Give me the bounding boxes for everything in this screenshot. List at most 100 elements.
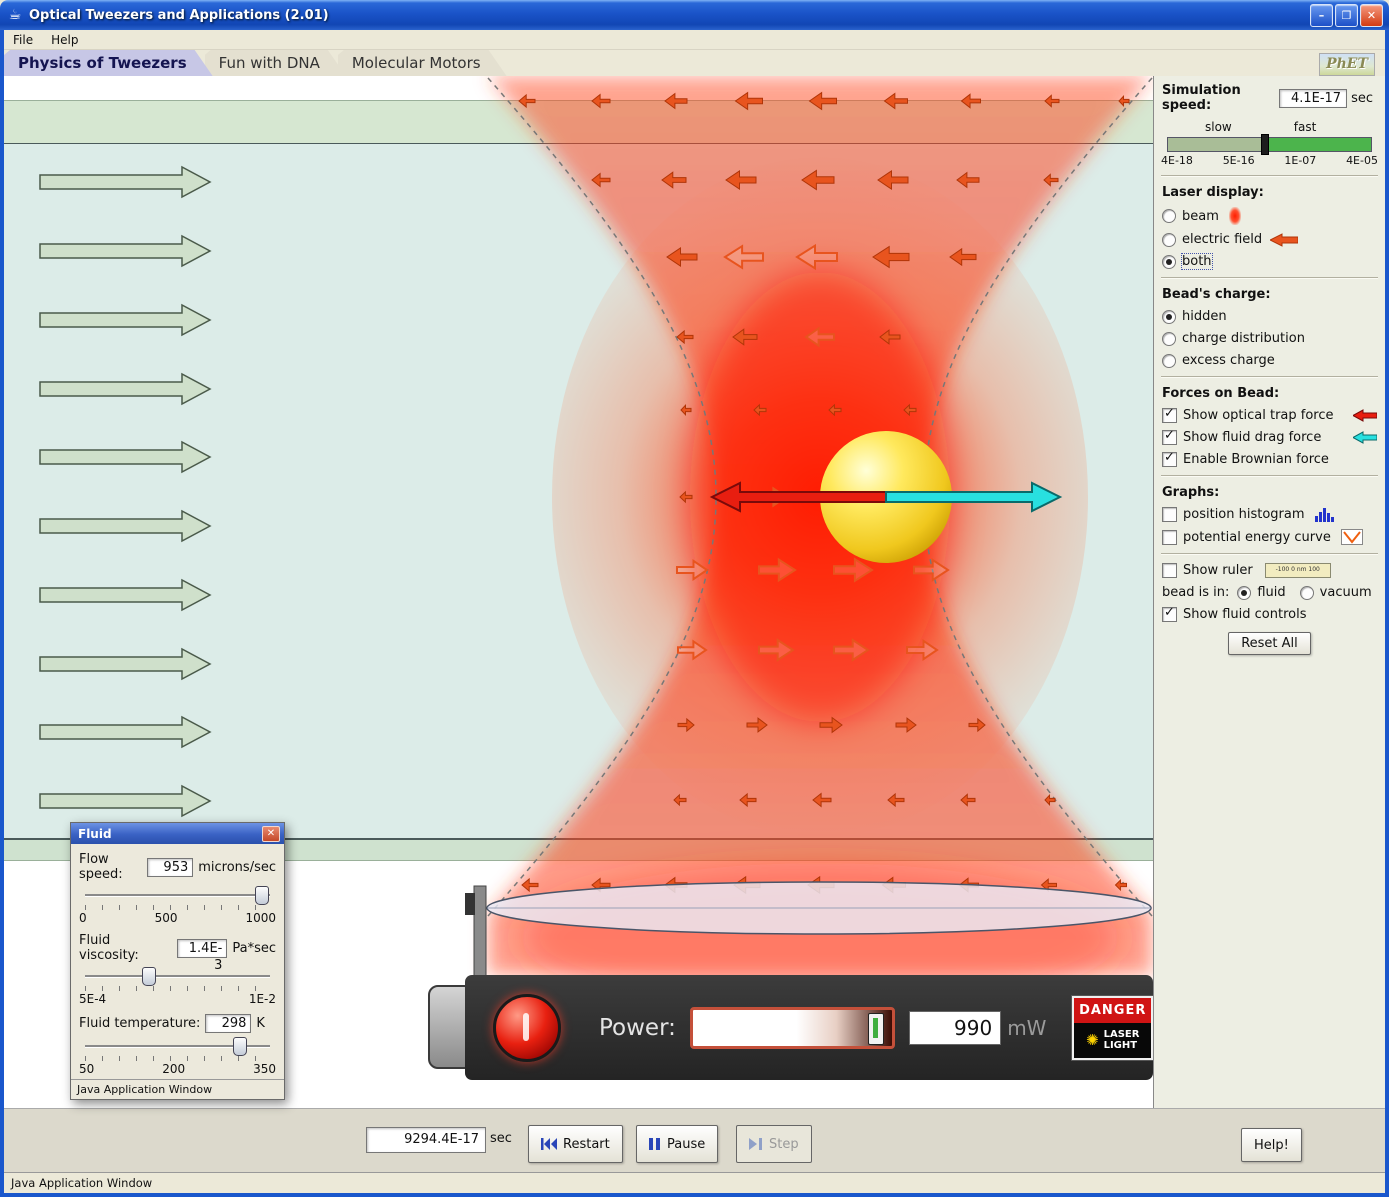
reset-all-button[interactable]: Reset All xyxy=(1228,632,1311,655)
control-panel: Simulation speed: 4.1E-17 sec slow fast … xyxy=(1153,76,1385,1108)
tick-label: 5E-16 xyxy=(1223,154,1255,167)
radio-circle-selected[interactable] xyxy=(1162,255,1176,269)
tab-fun-with-dna[interactable]: Fun with DNA xyxy=(205,50,346,76)
slow-label: slow xyxy=(1205,120,1232,134)
radio-both[interactable]: both xyxy=(1162,254,1377,269)
checkbox-enable-brownian-force[interactable]: Enable Brownian force xyxy=(1162,452,1377,467)
step-icon xyxy=(749,1138,763,1150)
temperature-slider[interactable] xyxy=(85,1037,270,1055)
viscosity-slider-thumb[interactable] xyxy=(142,967,156,986)
fluid-flow-arrow xyxy=(40,649,210,679)
fluid-flow-arrow xyxy=(40,442,210,472)
laser-power-field[interactable]: 990 xyxy=(909,1011,1001,1045)
laser-power-slider-thumb[interactable] xyxy=(868,1013,884,1045)
window-title: Optical Tweezers and Applications (2.01) xyxy=(29,8,1308,23)
sim-speed-slider[interactable] xyxy=(1167,137,1372,152)
restart-button[interactable]: Restart xyxy=(528,1125,623,1163)
checkbox-show-trap-force[interactable]: Show optical trap force xyxy=(1162,408,1377,423)
laser-starburst-icon: ✺ xyxy=(1086,1031,1099,1049)
sim-speed-field[interactable]: 4.1E-17 xyxy=(1279,89,1347,108)
radio-electric-field[interactable]: electric field xyxy=(1162,232,1377,247)
help-button[interactable]: Help! xyxy=(1241,1128,1302,1162)
radio-hidden[interactable]: hidden xyxy=(1162,309,1377,324)
tab-molecular-motors[interactable]: Molecular Motors xyxy=(338,50,507,76)
window-border-right xyxy=(1385,30,1389,1197)
fluid-flow-arrow xyxy=(40,167,210,197)
title-bar[interactable]: ☕ Optical Tweezers and Applications (2.0… xyxy=(0,0,1389,30)
drag-force-arrow-icon xyxy=(1353,431,1377,444)
flow-speed-unit: microns/sec xyxy=(198,860,276,875)
radio-circle-selected[interactable] xyxy=(1162,310,1176,324)
tab-physics-of-tweezers[interactable]: Physics of Tweezers xyxy=(4,50,213,76)
status-bar: Java Application Window xyxy=(4,1172,1385,1193)
checkbox-position-histogram[interactable]: position histogram xyxy=(1162,507,1377,522)
radio-circle[interactable] xyxy=(1162,332,1176,346)
trap-force-arrow-icon xyxy=(1353,409,1377,422)
minimize-button[interactable]: – xyxy=(1310,4,1333,27)
pause-button[interactable]: Pause xyxy=(636,1125,718,1163)
radio-excess-charge[interactable]: excess charge xyxy=(1162,353,1377,368)
time-field[interactable]: 9294.4E-17 xyxy=(366,1127,486,1153)
checkbox-box[interactable] xyxy=(1162,563,1177,578)
laser-display-heading: Laser display: xyxy=(1162,185,1377,200)
fluid-flow-arrow xyxy=(40,305,210,335)
checkbox-show-fluid-controls[interactable]: Show fluid controls xyxy=(1162,607,1377,622)
laser-power-slider[interactable] xyxy=(690,1007,895,1049)
flow-speed-field[interactable]: 953 xyxy=(147,858,193,877)
menu-file[interactable]: File xyxy=(4,33,42,47)
tick-label: 4E-18 xyxy=(1161,154,1193,167)
step-button[interactable]: Step xyxy=(736,1125,812,1163)
tick-label: 5E-4 xyxy=(79,992,106,1006)
java-app-icon: ☕ xyxy=(6,6,24,24)
sim-speed-label: Simulation speed: xyxy=(1162,83,1275,113)
fluid-flow-arrow xyxy=(40,511,210,541)
tick-label: 1E-2 xyxy=(249,992,276,1006)
slider-groove xyxy=(85,894,270,896)
flow-speed-slider-thumb[interactable] xyxy=(255,886,269,905)
temperature-field[interactable]: 298 xyxy=(205,1014,251,1033)
checkbox-potential-energy-curve[interactable]: potential energy curve xyxy=(1162,529,1377,545)
slider-ticks xyxy=(85,905,270,910)
power-unit-label: mW xyxy=(1007,1016,1046,1040)
checkbox-box[interactable] xyxy=(1162,452,1177,467)
tick-label: 0 xyxy=(79,911,87,925)
flow-speed-slider[interactable] xyxy=(85,886,270,904)
temperature-slider-thumb[interactable] xyxy=(233,1037,247,1056)
fast-label: fast xyxy=(1294,120,1317,134)
checkbox-box[interactable] xyxy=(1162,408,1177,423)
fluid-dialog-close-icon[interactable]: ✕ xyxy=(262,826,280,842)
window-border-bottom xyxy=(0,1193,1389,1197)
viscosity-field[interactable]: 1.4E-3 xyxy=(177,939,228,958)
danger-light-text: LIGHT xyxy=(1104,1040,1138,1051)
checkbox-box[interactable] xyxy=(1162,430,1177,445)
separator xyxy=(1161,553,1378,555)
laser-power-button[interactable] xyxy=(493,994,561,1062)
radio-beam[interactable]: beam xyxy=(1162,207,1377,225)
radio-circle[interactable] xyxy=(1162,209,1176,223)
checkbox-box[interactable] xyxy=(1162,507,1177,522)
bead-in-label: bead is in: xyxy=(1162,585,1229,600)
phet-logo[interactable]: PhET xyxy=(1319,53,1375,76)
menu-help[interactable]: Help xyxy=(42,33,87,47)
radio-circle[interactable] xyxy=(1162,233,1176,247)
checkbox-box[interactable] xyxy=(1162,607,1177,622)
fluid-dialog-titlebar[interactable]: Fluid ✕ xyxy=(71,823,284,844)
radio-vacuum[interactable] xyxy=(1300,586,1314,600)
radio-charge-distribution[interactable]: charge distribution xyxy=(1162,331,1377,346)
maximize-button[interactable]: ❐ xyxy=(1335,4,1358,27)
checkbox-show-ruler[interactable]: Show ruler -100 0 nm 100 xyxy=(1162,563,1377,578)
sim-speed-slider-thumb[interactable] xyxy=(1261,134,1269,155)
flow-speed-label: Flow speed: xyxy=(79,852,142,882)
close-button[interactable]: ✕ xyxy=(1360,4,1383,27)
viscosity-unit: Pa*sec xyxy=(232,941,276,956)
tab-bar: Physics of Tweezers Fun with DNA Molecul… xyxy=(4,50,1385,76)
radio-fluid[interactable] xyxy=(1237,586,1251,600)
radio-circle[interactable] xyxy=(1162,354,1176,368)
checkbox-box[interactable] xyxy=(1162,530,1177,545)
viscosity-slider[interactable] xyxy=(85,967,270,985)
forces-heading: Forces on Bead: xyxy=(1162,386,1377,401)
tick-label: 1E-07 xyxy=(1284,154,1316,167)
graphs-heading: Graphs: xyxy=(1162,485,1377,500)
slider-groove xyxy=(85,975,270,977)
checkbox-show-drag-force[interactable]: Show fluid drag force xyxy=(1162,430,1377,445)
